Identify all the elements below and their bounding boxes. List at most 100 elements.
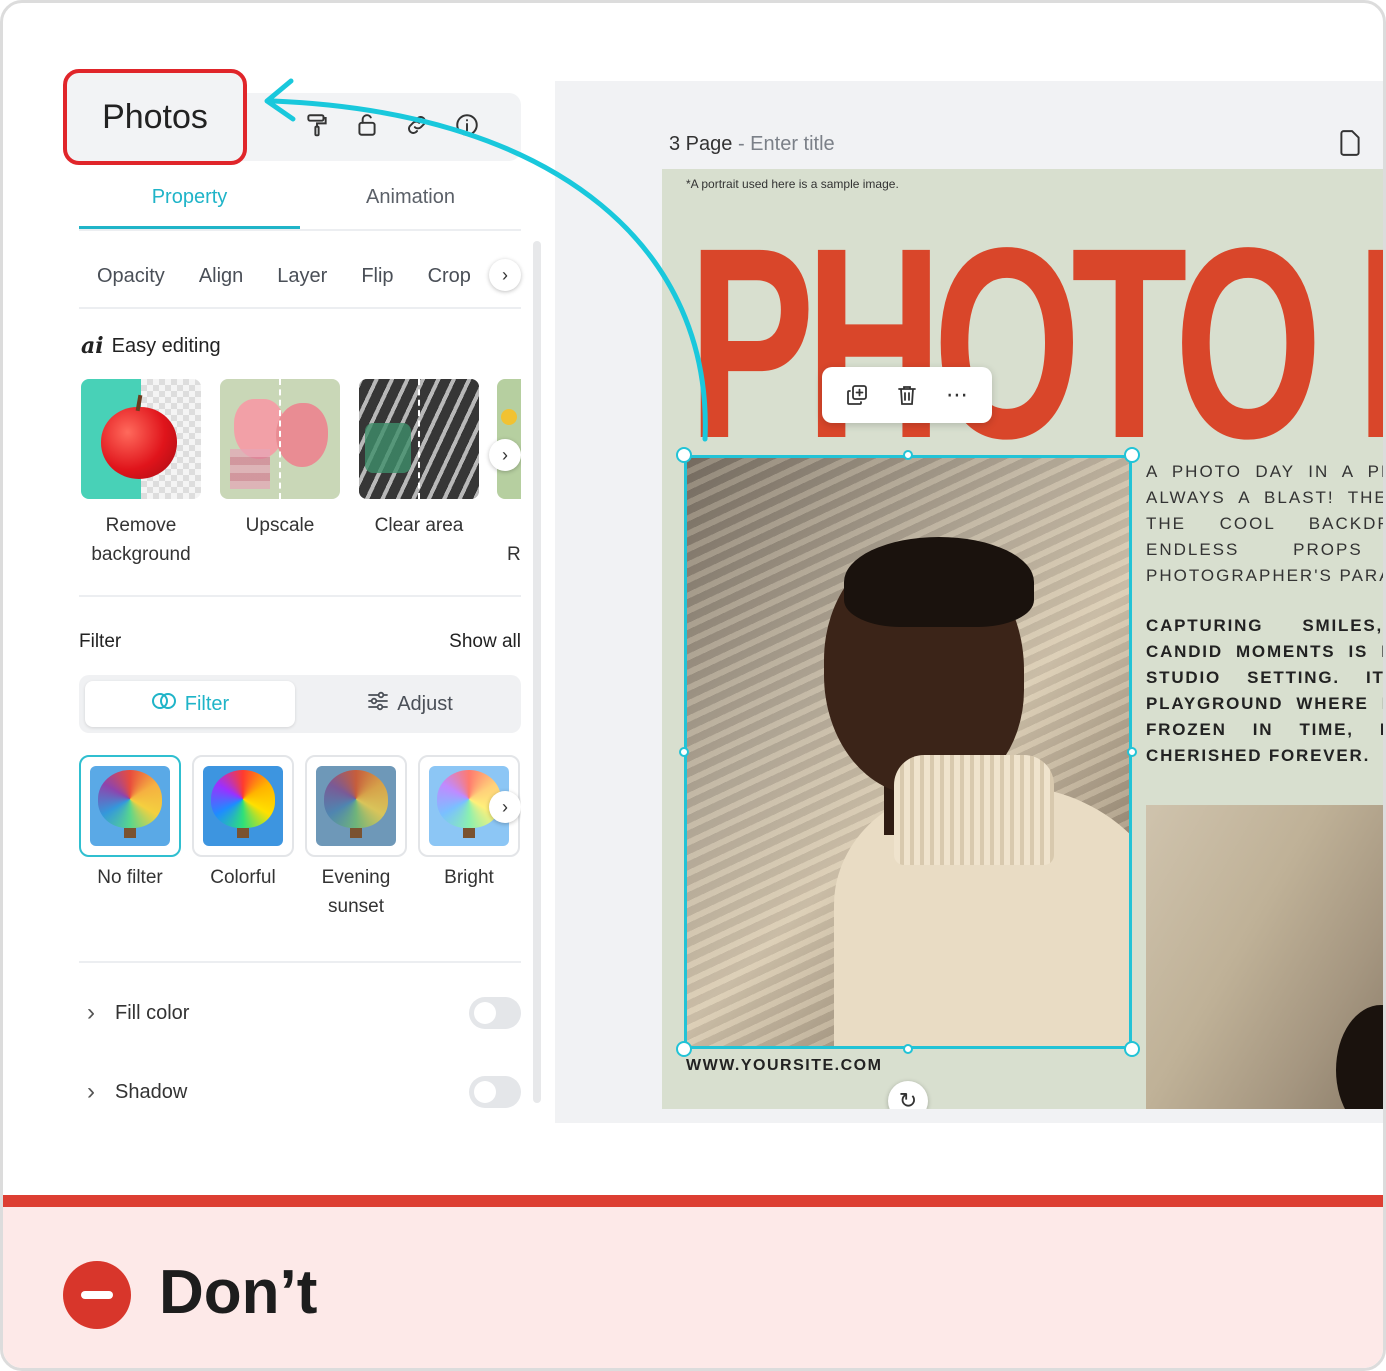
filter-presets: No filter Colorful Evening sunset Bright… [79,755,521,925]
fill-color-row[interactable]: › Fill color [79,993,521,1033]
tool-opacity[interactable]: Opacity [97,265,165,288]
easy-editing-heading: ai Easy editing [81,333,221,359]
sample-note: *A portrait used here is a sample image. [686,177,899,191]
easy-label-partial: Re [507,544,521,565]
rotate-icon[interactable]: ↻ [888,1081,928,1109]
tool-layer[interactable]: Layer [277,265,327,288]
easy-card-partial[interactable]: Re [497,379,521,569]
filter-thumb [305,755,407,857]
selection-box [684,455,1132,1049]
property-panel: Photos Property Animation Opacity Align … [63,63,545,1143]
sliders-icon [367,691,389,717]
dont-label: Don’t [159,1258,318,1327]
shadow-toggle[interactable] [469,1076,521,1108]
chevron-right-icon[interactable]: › [489,439,521,471]
seg-adjust-label: Adjust [397,692,453,715]
link-icon[interactable] [403,111,431,139]
resize-handle[interactable] [676,447,692,463]
easy-label-clear-area: Clear area [374,515,464,536]
panel-scrollbar[interactable] [533,241,541,1103]
headline-text[interactable]: PHOTO DA [688,207,1383,479]
filter-thumb [79,755,181,857]
easy-card-upscale[interactable]: Upscale [220,379,340,540]
page-title[interactable]: 3 Page - Enter title [669,133,835,156]
chevron-right-icon[interactable]: › [489,259,521,291]
balloon-image [203,766,283,846]
filter-evening-sunset[interactable]: Evening sunset [305,755,407,921]
balloon-image [316,766,396,846]
filter-bright[interactable]: Bright [418,755,520,892]
tool-align[interactable]: Align [199,265,243,288]
chevron-right-icon[interactable]: › [489,791,521,823]
seg-filter-label: Filter [184,692,230,715]
tab-animation[interactable]: Animation [300,175,521,229]
filter-rings-icon [151,692,177,716]
clear-area-thumbnail [359,379,479,499]
chevron-right-icon[interactable]: › [79,999,115,1027]
balloon-image [90,766,170,846]
page-separator: - [732,133,751,155]
fill-color-toggle[interactable] [469,997,521,1029]
divider [79,595,521,597]
filter-colorful[interactable]: Colorful [192,755,294,892]
easy-label-remove-background: Remove background [91,515,191,565]
design-page[interactable]: *A portrait used here is a sample image.… [662,169,1383,1109]
shadow-label: Shadow [115,1080,188,1103]
info-icon[interactable] [453,111,481,139]
minus-circle-icon [63,1261,131,1329]
paint-roller-icon[interactable] [303,111,331,139]
filter-label: Bright [444,867,494,888]
page-number: 3 Page [669,133,733,155]
ai-icon: ai [81,333,104,359]
resize-handle[interactable] [1127,747,1137,757]
easy-card-clear-area[interactable]: Clear area [359,379,479,540]
chevron-right-icon[interactable]: › [79,1078,115,1106]
resize-handle[interactable] [903,450,913,460]
more-icon[interactable]: ⋯ [943,381,971,409]
canvas-area: 3 Page - Enter title *A portrait used he… [555,81,1383,1123]
body-paragraph-1[interactable]: A PHOTO DAY IN A PHO ALWAYS A BLAST! THE… [1146,459,1383,589]
body-paragraph-2[interactable]: CAPTURING SMILES, CANDID MOMENTS IS PU S… [1146,613,1383,769]
divider [79,961,521,963]
floating-toolbar: ⋯ [822,367,992,423]
filter-title: Filter [79,631,122,652]
tab-property[interactable]: Property [79,175,300,229]
duplicate-icon[interactable] [843,381,871,409]
filter-label: Colorful [210,867,276,888]
resize-handle[interactable] [1124,1041,1140,1057]
upscale-thumbnail [220,379,340,499]
resize-handle[interactable] [1124,447,1140,463]
easy-card-remove-background[interactable]: Remove background [81,379,201,569]
second-photo[interactable] [1146,805,1383,1109]
shadow-row[interactable]: › Shadow [79,1072,521,1112]
filter-no-filter[interactable]: No filter [79,755,181,892]
tool-crop[interactable]: Crop [428,265,471,288]
filter-label: Evening sunset [321,867,391,917]
remove-background-thumbnail [81,379,201,499]
panel-title: Photos [102,97,208,136]
show-all-link[interactable]: Show all [449,631,521,653]
easy-editing-row: Remove background Upscale Clear area R › [81,379,521,579]
filter-label: No filter [97,867,163,888]
header-icons [303,111,481,139]
tool-flip[interactable]: Flip [361,265,393,288]
seg-filter-button[interactable]: Filter [85,681,295,727]
resize-handle[interactable] [903,1044,913,1054]
site-url[interactable]: WWW.YOURSITE.COM [686,1057,882,1075]
unlock-icon[interactable] [353,111,381,139]
filter-thumb [192,755,294,857]
filter-adjust-switch: Filter Adjust [79,675,521,733]
trash-icon[interactable] [893,381,921,409]
resize-handle[interactable] [679,747,689,757]
easy-label-upscale: Upscale [245,515,315,536]
panel-tabs: Property Animation [79,175,521,231]
second-photo-subject [1336,1005,1383,1109]
seg-adjust-button[interactable]: Adjust [305,681,515,727]
resize-handle[interactable] [676,1041,692,1057]
page-icon[interactable] [1337,129,1363,157]
tool-row: Opacity Align Layer Flip Crop › [79,245,521,309]
page-title-input[interactable]: Enter title [750,133,834,155]
dont-banner: Don’t [3,1195,1383,1368]
easy-editing-label: Easy editing [111,334,221,357]
fill-color-label: Fill color [115,1001,190,1024]
